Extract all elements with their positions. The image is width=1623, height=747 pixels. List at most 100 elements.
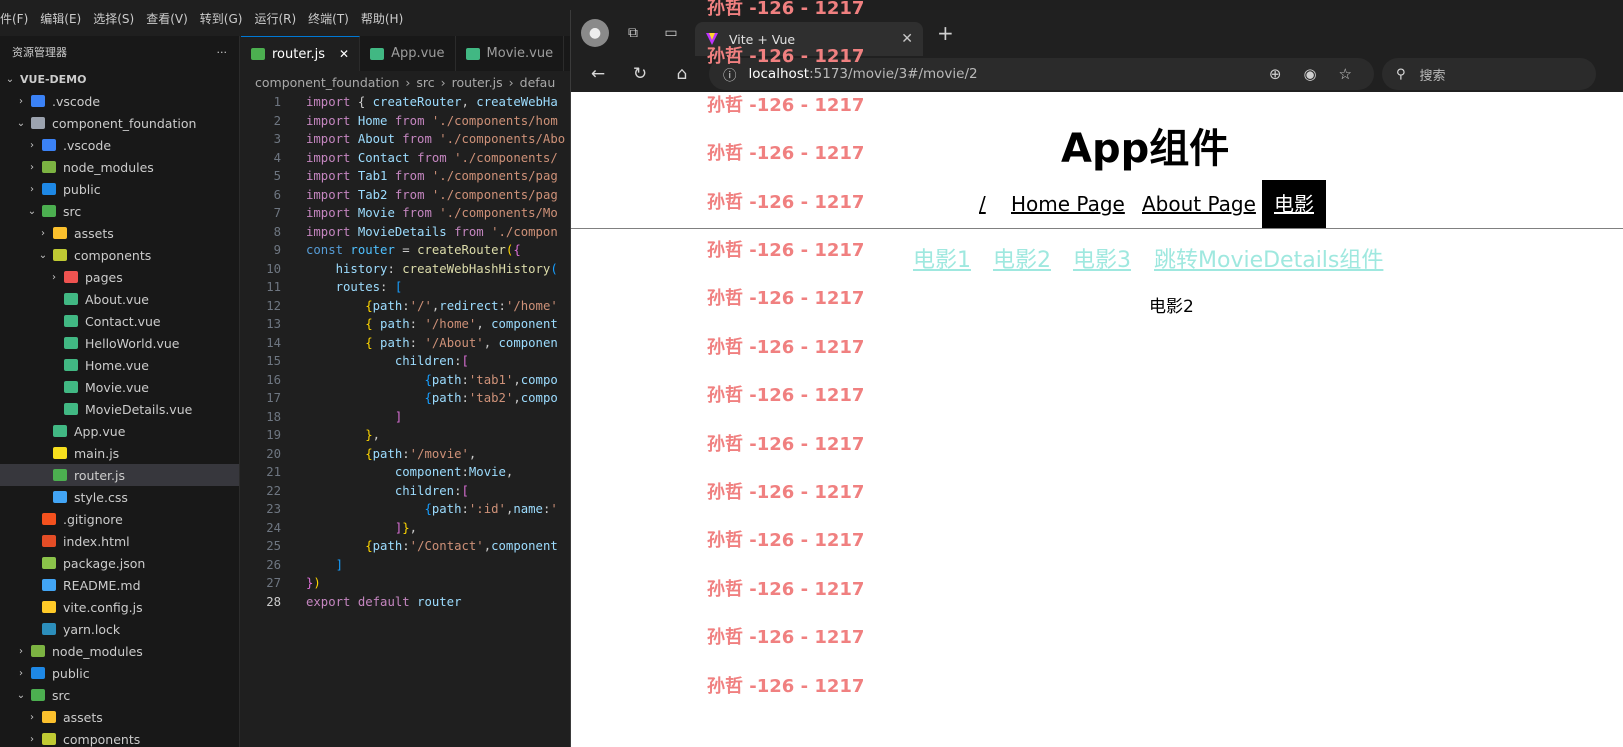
chevron-down-icon[interactable]: ⌄ xyxy=(26,206,38,217)
chevron-right-icon[interactable]: › xyxy=(48,272,60,283)
new-tab-icon[interactable]: + xyxy=(937,21,954,45)
search-box[interactable]: ⚲ 搜索 xyxy=(1382,58,1596,90)
favorite-star-icon[interactable]: ☆ xyxy=(1339,65,1352,83)
vue-icon xyxy=(64,403,78,415)
nav-link-0[interactable]: / xyxy=(979,180,986,228)
line-number: 21 xyxy=(266,465,281,479)
menu-item[interactable]: 终端(T) xyxy=(308,10,349,27)
html-icon xyxy=(42,535,56,547)
tree-item[interactable]: › pages xyxy=(0,266,239,288)
nav-link-2[interactable]: About Page xyxy=(1142,180,1256,228)
menu-item[interactable]: 帮助(H) xyxy=(361,10,403,27)
tree-item[interactable]: package.json xyxy=(0,552,239,574)
profile-avatar-icon[interactable]: ● xyxy=(581,19,609,47)
editor-tab[interactable]: router.js ✕ xyxy=(241,36,361,71)
tree-item[interactable]: router.js xyxy=(0,464,239,486)
tree-item[interactable]: .gitignore xyxy=(0,508,239,530)
menu-item[interactable]: 编辑(E) xyxy=(40,10,81,27)
chevron-right-icon[interactable]: › xyxy=(26,712,38,723)
tree-item[interactable]: HelloWorld.vue xyxy=(0,332,239,354)
line-number: 24 xyxy=(266,520,281,535)
tree-item[interactable]: › .vscode xyxy=(0,90,239,112)
back-icon[interactable]: ← xyxy=(583,59,613,89)
chevron-down-icon[interactable]: ⌄ xyxy=(4,74,16,85)
editor-tab[interactable]: App.vue xyxy=(360,36,456,71)
code-text: import Tab1 from './components/pag xyxy=(306,167,558,186)
chevron-right-icon[interactable]: › xyxy=(26,734,38,745)
tree-item[interactable]: ⌄ src xyxy=(0,200,239,222)
menu-item[interactable]: 查看(V) xyxy=(146,10,188,27)
editor-tab[interactable]: Movie.vue xyxy=(456,36,565,71)
tree-item[interactable]: › node_modules xyxy=(0,156,239,178)
tree-item[interactable]: Contact.vue xyxy=(0,310,239,332)
tree-item[interactable]: MovieDetails.vue xyxy=(0,398,239,420)
chevron-right-icon[interactable]: › xyxy=(26,184,38,195)
menu-item[interactable]: 运行(R) xyxy=(254,10,296,27)
tree-item[interactable]: › public xyxy=(0,662,239,684)
chevron-right-icon[interactable]: › xyxy=(15,646,27,657)
tree-item[interactable]: index.html xyxy=(0,530,239,552)
tree-item[interactable]: Movie.vue xyxy=(0,376,239,398)
tree-item[interactable]: style.css xyxy=(0,486,239,508)
tree-item[interactable]: › assets xyxy=(0,706,239,728)
code-token: { xyxy=(365,317,381,331)
breadcrumb-item[interactable]: component_foundation xyxy=(255,75,399,90)
close-tab-icon[interactable]: ✕ xyxy=(339,47,349,61)
tree-item[interactable]: › public xyxy=(0,178,239,200)
breadcrumb-item[interactable]: src xyxy=(416,75,434,90)
chevron-down-icon[interactable]: ⌄ xyxy=(37,250,49,261)
chevron-down-icon[interactable]: ⌄ xyxy=(15,118,27,129)
tree-item[interactable]: App.vue xyxy=(0,420,239,442)
folder-public-icon xyxy=(31,667,45,679)
code-token: import xyxy=(306,132,358,146)
movie-link-0[interactable]: 电影1 xyxy=(913,242,971,274)
chevron-right-icon[interactable]: › xyxy=(37,228,49,239)
tree-item[interactable]: ⌄ component_foundation xyxy=(0,112,239,134)
code-token: , xyxy=(468,446,477,461)
tree-item[interactable]: › assets xyxy=(0,222,239,244)
chevron-right-icon[interactable]: › xyxy=(26,140,38,151)
nav-link-1[interactable]: Home Page xyxy=(1011,180,1125,228)
tree-item[interactable]: › components xyxy=(0,728,239,747)
workspace-root[interactable]: ⌄ VUE-DEMO xyxy=(0,68,239,90)
edge-extension-icon[interactable]: ◉ xyxy=(1303,65,1316,83)
menu-item[interactable]: 转到(G) xyxy=(200,10,243,27)
chevron-right-icon[interactable]: › xyxy=(26,162,38,173)
refresh-icon[interactable]: ↻ xyxy=(625,59,655,89)
movie-link-2[interactable]: 电影3 xyxy=(1073,242,1131,274)
code-editor[interactable]: 1 import { createRouter, createWebHa 2 impo… xyxy=(241,93,571,611)
tree-item[interactable]: › .vscode xyxy=(0,134,239,156)
movie-link-1[interactable]: 电影2 xyxy=(993,242,1051,274)
tree-item[interactable]: About.vue xyxy=(0,288,239,310)
menu-item[interactable]: 件(F) xyxy=(0,10,28,27)
movie-link-3[interactable]: 跳转MovieDetails组件 xyxy=(1154,242,1383,274)
chevron-right-icon[interactable]: › xyxy=(15,96,27,107)
code-token: import xyxy=(306,113,358,128)
tree-item[interactable]: ⌄ src xyxy=(0,684,239,706)
close-tab-icon[interactable]: ✕ xyxy=(901,31,913,47)
tree-item[interactable]: vite.config.js xyxy=(0,596,239,618)
collections-icon[interactable]: ⧉ xyxy=(619,19,647,47)
divider xyxy=(571,228,1623,229)
tree-item[interactable]: yarn.lock xyxy=(0,618,239,640)
tree-item[interactable]: Home.vue xyxy=(0,354,239,376)
code-token: router xyxy=(350,243,403,257)
tree-item-label: assets xyxy=(63,709,103,725)
vertical-tabs-icon[interactable]: ▭ xyxy=(657,19,685,47)
code-token: path xyxy=(372,298,403,313)
more-actions-icon[interactable]: ··· xyxy=(217,46,228,59)
watermark-text: 孙哲 -126 - 1217 xyxy=(707,143,865,165)
tree-item[interactable]: › node_modules xyxy=(0,640,239,662)
breadcrumb-item[interactable]: defau xyxy=(520,75,556,90)
breadcrumb-item[interactable]: router.js xyxy=(452,75,503,90)
zoom-icon[interactable]: ⊕ xyxy=(1269,65,1282,83)
tree-item[interactable]: README.md xyxy=(0,574,239,596)
tree-item[interactable]: ⌄ components xyxy=(0,244,239,266)
chevron-right-icon[interactable]: › xyxy=(15,668,27,679)
nav-link-3[interactable]: 电影 xyxy=(1262,180,1326,228)
menu-item[interactable]: 选择(S) xyxy=(93,10,134,27)
chevron-down-icon[interactable]: ⌄ xyxy=(15,690,27,701)
tree-item[interactable]: main.js xyxy=(0,442,239,464)
tree-item-label: App.vue xyxy=(74,423,126,439)
home-icon[interactable]: ⌂ xyxy=(667,59,697,89)
